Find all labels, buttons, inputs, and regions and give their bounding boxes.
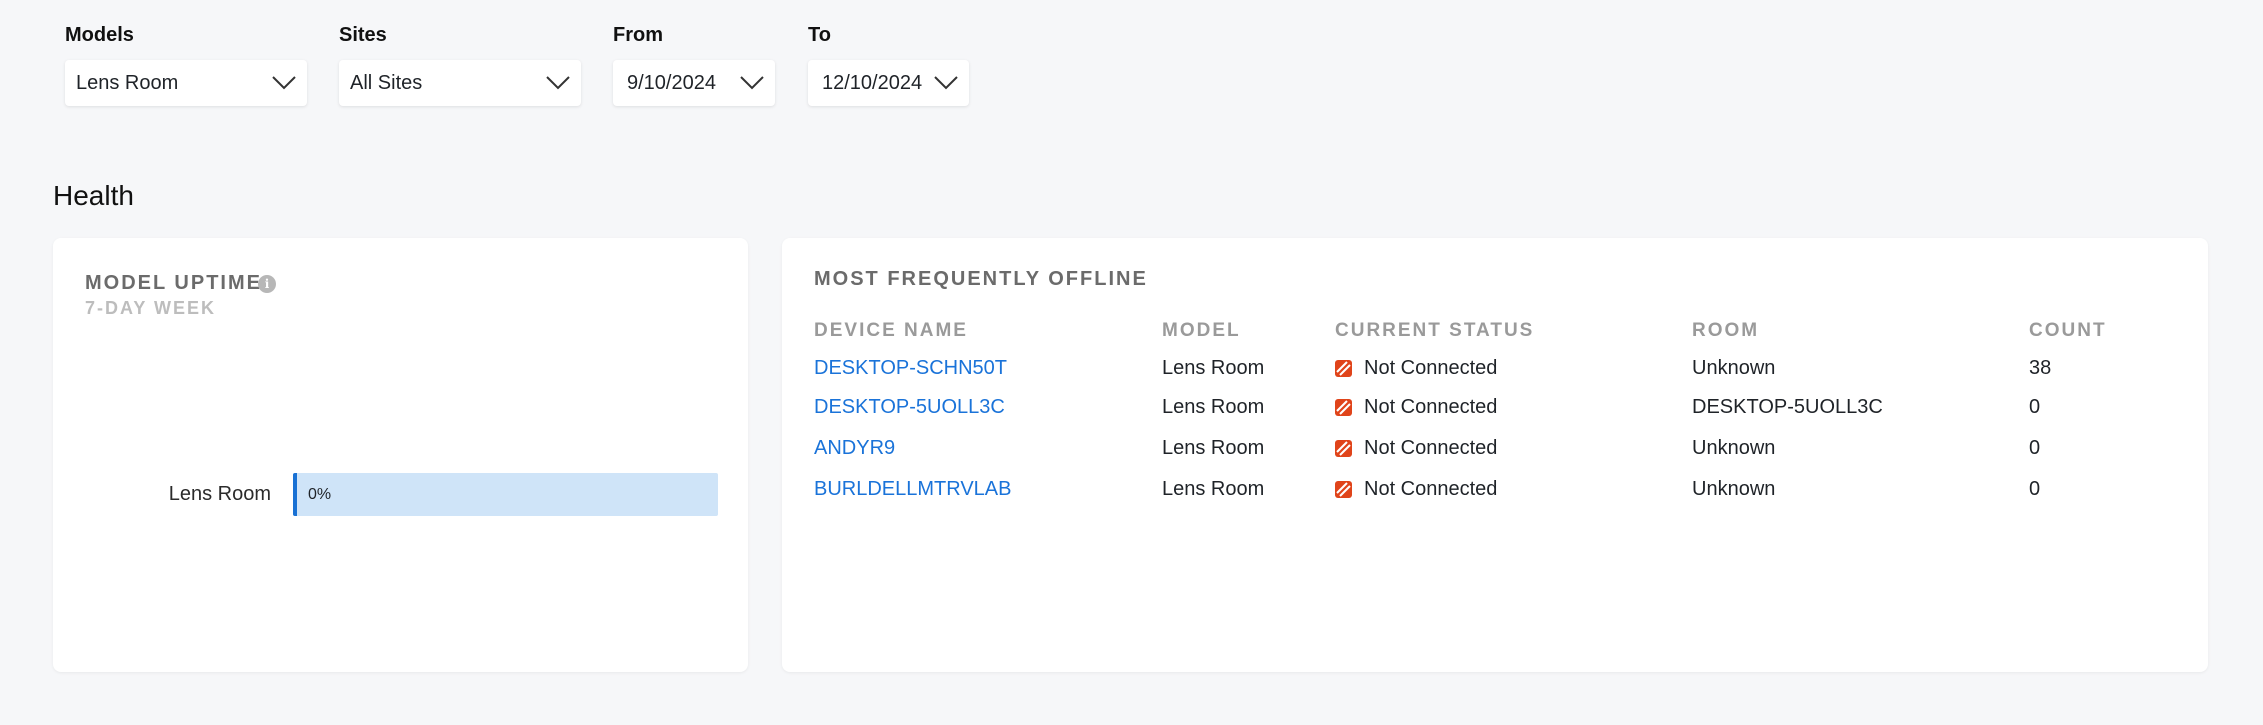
device-link[interactable]: ANDYR9 — [814, 437, 895, 459]
to-label: To — [808, 24, 831, 46]
table-row: DESKTOP-SCHN50T Lens Room Not Connected … — [814, 346, 2149, 387]
model-uptime-card: MODEL UPTIME i 7-DAY WEEK Lens Room 0% — [53, 238, 748, 672]
chevron-down-icon — [545, 74, 571, 92]
uptime-bar-label: Lens Room — [168, 483, 271, 505]
column-header-device-name[interactable]: DEVICE NAME — [814, 316, 1162, 346]
column-header-room[interactable]: ROOM — [1692, 316, 2029, 346]
model-uptime-title: MODEL UPTIME — [85, 272, 262, 294]
sites-label: Sites — [339, 24, 387, 46]
model-cell: Lens Room — [1162, 357, 1265, 379]
from-date-picker[interactable]: 9/10/2024 — [613, 60, 775, 106]
table-row: DESKTOP-5UOLL3C Lens Room Not Connected … — [814, 387, 2149, 428]
room-cell: DESKTOP-5UOLL3C — [1692, 396, 1883, 418]
sites-filter: Sites All Sites — [339, 24, 581, 106]
not-connected-icon — [1335, 399, 1352, 416]
from-value: 9/10/2024 — [627, 71, 716, 94]
device-link[interactable]: DESKTOP-5UOLL3C — [814, 396, 1005, 418]
status-text: Not Connected — [1364, 357, 1498, 379]
chevron-down-icon — [933, 74, 959, 92]
offline-table: DEVICE NAME MODEL CURRENT STATUS ROOM CO… — [814, 316, 2149, 510]
uptime-bar[interactable]: 0% — [293, 473, 718, 516]
count-cell: 0 — [2029, 478, 2041, 500]
count-cell: 0 — [2029, 396, 2041, 418]
model-cell: Lens Room — [1162, 396, 1265, 418]
model-cell: Lens Room — [1162, 437, 1265, 459]
not-connected-icon — [1335, 481, 1352, 498]
room-cell: Unknown — [1692, 357, 1776, 379]
health-heading: Health — [53, 180, 134, 211]
status-text: Not Connected — [1364, 437, 1498, 459]
models-dropdown[interactable]: Lens Room — [65, 60, 307, 106]
to-filter: To 12/10/2024 — [808, 24, 969, 106]
models-filter: Models Lens Room — [65, 24, 307, 106]
info-icon[interactable]: i — [258, 275, 276, 293]
chevron-down-icon — [271, 74, 297, 92]
count-cell: 38 — [2029, 357, 2052, 379]
count-cell: 0 — [2029, 437, 2041, 459]
column-header-model[interactable]: MODEL — [1162, 316, 1335, 346]
device-link[interactable]: BURLDELLMTRVLAB — [814, 478, 1011, 500]
from-label: From — [613, 24, 663, 46]
to-value: 12/10/2024 — [822, 71, 923, 94]
not-connected-icon — [1335, 440, 1352, 457]
table-row: ANDYR9 Lens Room Not Connected Unknown 0 — [814, 428, 2149, 469]
model-uptime-subtitle: 7-DAY WEEK — [85, 298, 217, 318]
status-text: Not Connected — [1364, 478, 1498, 500]
not-connected-icon — [1335, 360, 1352, 377]
column-header-count[interactable]: COUNT — [2029, 316, 2149, 346]
models-label: Models — [65, 24, 134, 46]
room-cell: Unknown — [1692, 478, 1776, 500]
most-frequently-offline-card: MOST FREQUENTLY OFFLINE DEVICE NAME MODE… — [782, 238, 2208, 672]
sites-value: All Sites — [350, 71, 423, 94]
status-text: Not Connected — [1364, 396, 1498, 418]
from-filter: From 9/10/2024 — [613, 24, 775, 106]
sites-dropdown[interactable]: All Sites — [339, 60, 581, 106]
column-header-current-status[interactable]: CURRENT STATUS — [1335, 316, 1692, 346]
table-row: BURLDELLMTRVLAB Lens Room Not Connected … — [814, 469, 2149, 510]
model-cell: Lens Room — [1162, 478, 1265, 500]
uptime-bar-baseline — [293, 473, 297, 516]
models-value: Lens Room — [76, 71, 179, 94]
offline-title: MOST FREQUENTLY OFFLINE — [814, 268, 1148, 290]
room-cell: Unknown — [1692, 437, 1776, 459]
device-link[interactable]: DESKTOP-SCHN50T — [814, 357, 1007, 379]
chevron-down-icon — [739, 74, 765, 92]
to-date-picker[interactable]: 12/10/2024 — [808, 60, 969, 106]
table-header-row: DEVICE NAME MODEL CURRENT STATUS ROOM CO… — [814, 316, 2149, 346]
uptime-bar-value: 0% — [308, 485, 332, 503]
